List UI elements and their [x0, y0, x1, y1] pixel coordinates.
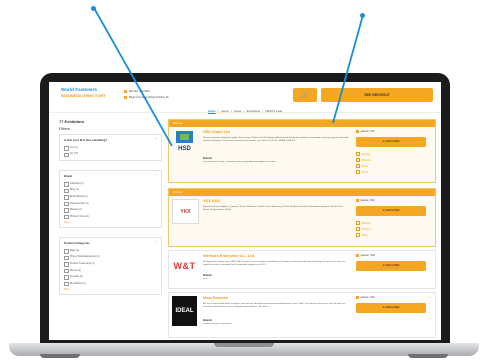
checkout-button[interactable]: SEE CHECKOUT: [321, 88, 433, 102]
filter-option[interactable]: Jefferson (1): [60, 180, 161, 187]
brands-title: Brands: [203, 274, 212, 277]
filter-option[interactable]: Bags (1): [60, 247, 161, 254]
nav-home[interactable]: Home: [208, 109, 216, 113]
paid-ad-label: Paid ad: [169, 120, 435, 127]
exhibitor-card: IDEAL Ideal Fastener We are a major worl…: [168, 292, 436, 338]
company-name-link[interactable]: Wellkura Enterprise Co., Ltd.: [203, 254, 255, 258]
filter-option[interactable]: Dynastic (1): [60, 273, 161, 280]
laptop-screen: World Fasteners BUSINESS DIRECTORY Membe…: [49, 82, 441, 340]
laptop-foot-right: [408, 354, 448, 358]
laptop-foot-left: [40, 354, 80, 358]
paid-ad-label: Paid ad: [169, 189, 435, 196]
chevron-up-icon[interactable]: ⌃: [154, 173, 157, 177]
filter-more-link[interactable]: More: [60, 287, 161, 295]
company-description: Most trusted and supplier - Quadrant, Sc…: [203, 206, 343, 211]
company-name-link[interactable]: YKX USA: [203, 199, 220, 203]
brands-title: Brands: [203, 319, 212, 322]
header-info-members: Member 200,000+: [124, 90, 150, 93]
company-logo[interactable]: YKX: [172, 199, 199, 224]
filter-option[interactable]: Brand Boring (1): [60, 193, 161, 200]
laptop-notch: [214, 343, 274, 347]
filter-product-categories: Product Categories ⌃ Bags (1) Phone Tota…: [59, 237, 162, 296]
cart-icon: 🛒: [301, 92, 309, 98]
filter-title[interactable]: Brand: [60, 171, 161, 180]
filter-option[interactable]: Diamond Pine (1): [60, 200, 161, 207]
filter-option[interactable]: Yes (1): [60, 144, 161, 151]
filter-option[interactable]: Product Treatments (1): [60, 260, 161, 267]
nav-lead[interactable]: NEXUS Lead: [266, 109, 283, 113]
callout-dot-right: [360, 13, 365, 18]
filter-option[interactable]: Brug (1): [60, 187, 161, 194]
filter-title[interactable]: Is this your first time exhibiting?: [60, 135, 161, 144]
filter-more-link[interactable]: More: [60, 220, 161, 228]
add-to-plan-button[interactable]: ☆ Add to Plan: [356, 137, 426, 147]
filters-heading: Filters: [59, 126, 70, 131]
brands-title: Brands: [203, 157, 212, 160]
company-logo[interactable]: W&T: [172, 258, 197, 273]
nav-exclusives[interactable]: Exclusives: [247, 109, 260, 113]
company-logo[interactable]: HSD: [172, 130, 197, 153]
callout-dot-left: [91, 6, 96, 11]
svg-text:HSD: HSD: [178, 146, 191, 152]
brands-list: Global, Fastener Corporation: [203, 323, 232, 325]
company-location: Hanam, WR: [356, 254, 375, 257]
add-to-plan-button[interactable]: ☆ Add to Plan: [356, 303, 426, 313]
results-count: 77 Exhibitors: [59, 119, 85, 124]
company-description: We are a major world leader of zippers a…: [203, 303, 346, 308]
add-to-plan-button[interactable]: ☆ Add to Plan: [356, 206, 426, 216]
exhibitor-card: W&T Wellkura Enterprise Co., Ltd. Recogn…: [168, 250, 436, 289]
website-link[interactable]: Website: [356, 152, 370, 156]
brands-list: W&T: [203, 278, 208, 280]
filter-title[interactable]: Product Categories: [60, 238, 161, 247]
company-description: Recognized in Taiwan since 1984, W&T Dis…: [203, 261, 345, 266]
filter-brand: Brand ⌃ Jefferson (1) Brug (1) Brand Bor…: [59, 170, 162, 229]
company-logo[interactable]: IDEAL: [172, 296, 197, 326]
nav-news[interactable]: News: [234, 109, 241, 113]
filter-option[interactable]: Planes (1): [60, 267, 161, 274]
chevron-up-icon[interactable]: ⌃: [154, 137, 157, 141]
nav-latest[interactable]: Latest: [221, 109, 229, 113]
cart-button[interactable]: 🛒: [293, 88, 317, 102]
exhibitor-card: Paid ad YKX YKX USA Most trusted and sup…: [168, 188, 436, 247]
filter-option[interactable]: Planets (1): [60, 206, 161, 213]
phone-link[interactable]: Phone: [356, 233, 369, 237]
products-link[interactable]: Products: [356, 158, 371, 162]
email-link[interactable]: Email: [356, 164, 368, 168]
site-logo[interactable]: World Fasteners: [61, 87, 97, 92]
phone-link[interactable]: Phone: [356, 170, 369, 174]
brands-list: HSDS, Anchor, Pump, Connector, Easy Fixi…: [203, 161, 278, 163]
chevron-up-icon[interactable]: ⌃: [154, 240, 157, 244]
filter-first-time: Is this your first time exhibiting? ⌃ Ye…: [59, 134, 162, 162]
company-description: We are a premier integrated supply chain…: [203, 137, 349, 142]
add-to-plan-button[interactable]: ☆ Add to Plan: [356, 261, 426, 271]
filter-option[interactable]: Phone R Lines (1): [60, 213, 161, 220]
company-name-link[interactable]: HSD Super Ltd: [203, 130, 230, 134]
filter-option[interactable]: Bio Fabrics (1): [60, 280, 161, 287]
company-location: Hanam, FW: [356, 130, 375, 133]
company-location: Hanam, NM: [356, 296, 375, 299]
exhibitor-card: Paid ad HSD HSD Super Ltd We are a premi…: [168, 119, 436, 183]
filter-option[interactable]: Phone Totals Equipment (1): [60, 254, 161, 261]
main-nav: Home | Latest | News | Exclusives | NEXUS Le…: [207, 109, 283, 113]
filter-option[interactable]: No (77): [60, 151, 161, 158]
company-location: Hanam, NM: [356, 199, 375, 202]
company-name-link[interactable]: Ideal Fastener: [203, 296, 229, 300]
website-link[interactable]: Website: [356, 221, 370, 225]
header-info-tagline: Begin Complete listing Solution 2F: [124, 96, 169, 99]
products-link[interactable]: Products: [356, 227, 371, 231]
site-logo-subtitle: BUSINESS DIRECTORY: [61, 93, 106, 98]
